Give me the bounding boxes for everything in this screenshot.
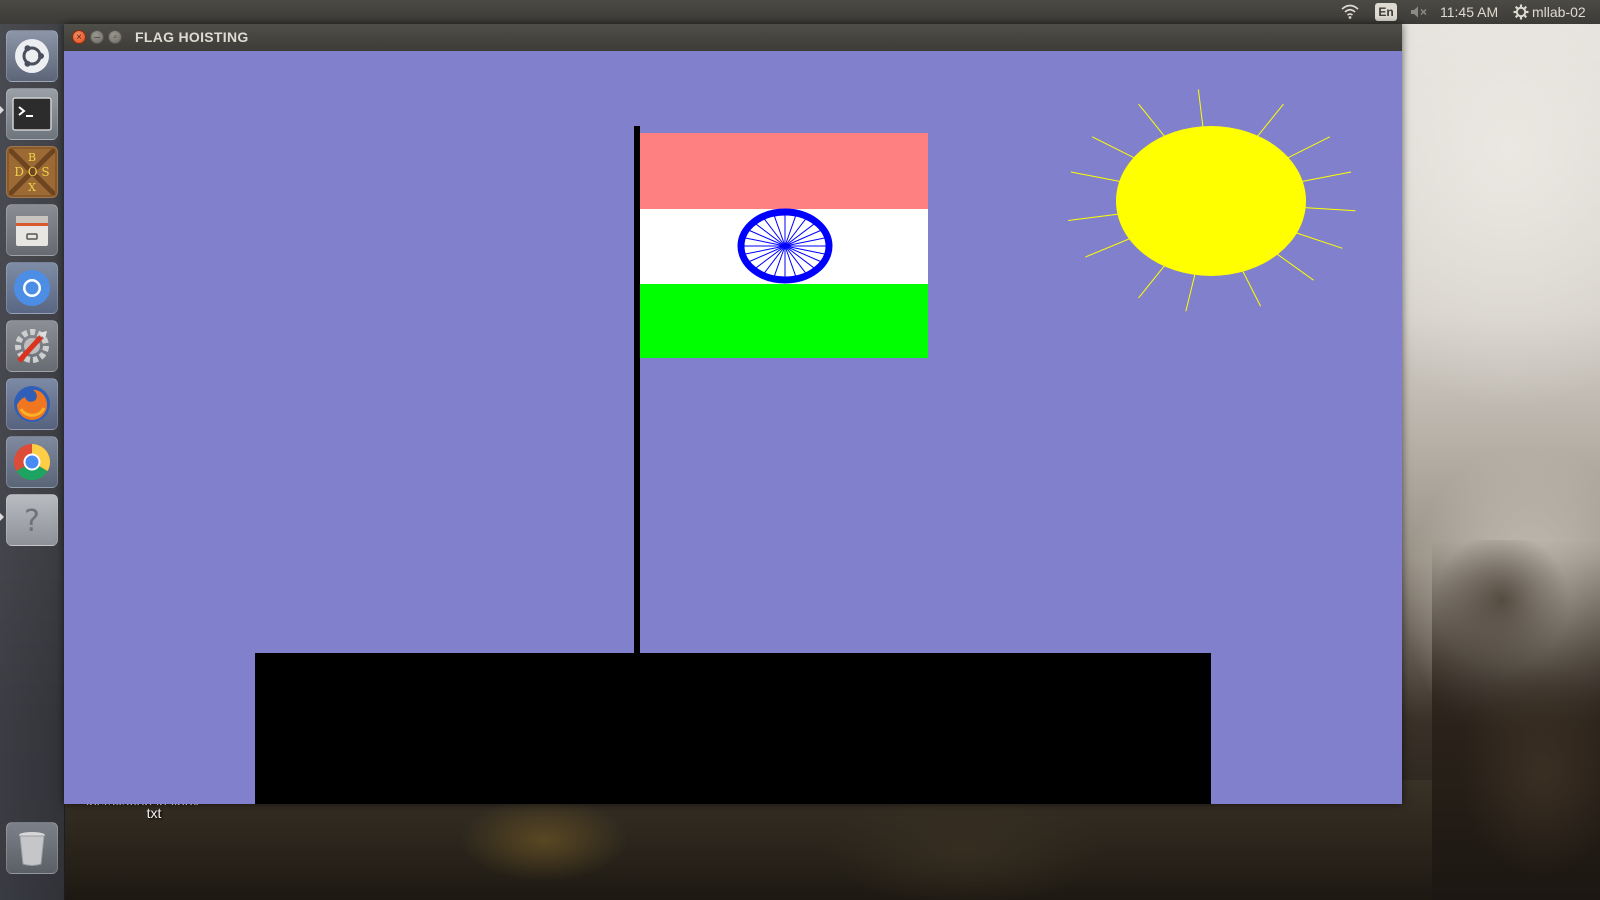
- flag-base-platform: [255, 653, 1211, 804]
- wifi-icon[interactable]: [1340, 0, 1360, 24]
- dosbox-icon[interactable]: B D O S X: [6, 146, 58, 198]
- chromium-icon[interactable]: [6, 262, 58, 314]
- window-titlebar[interactable]: × – ▫ FLAG HOISTING: [64, 24, 1402, 51]
- chakra-spokes: [744, 215, 826, 277]
- sun-ray: [1299, 171, 1352, 183]
- sun-ray: [1138, 264, 1166, 299]
- running-indicator: [0, 513, 4, 521]
- sun-ray: [1197, 89, 1204, 128]
- trash-icon[interactable]: [6, 822, 58, 874]
- sun-ray: [1070, 171, 1123, 183]
- maximize-button[interactable]: ▫: [108, 30, 122, 44]
- sun-ray: [1085, 237, 1132, 258]
- sun: [1116, 126, 1306, 276]
- svg-text:B: B: [28, 151, 36, 164]
- clock[interactable]: 11:45 AM: [1440, 0, 1506, 24]
- terminal-icon[interactable]: [6, 88, 58, 140]
- close-button[interactable]: ×: [72, 30, 86, 44]
- ubuntu-dash-icon[interactable]: [6, 30, 58, 82]
- drawing-canvas: [64, 51, 1402, 804]
- sun-ray: [1091, 136, 1136, 160]
- launcher: B D O S X ?: [0, 24, 65, 900]
- username-label[interactable]: mllab-02: [1532, 0, 1598, 24]
- sun-ray: [1294, 231, 1343, 249]
- scene-drawing: [255, 89, 1356, 804]
- sun-ray: [1185, 273, 1196, 312]
- wallpaper-trees: [1432, 540, 1600, 900]
- running-indicator: [0, 106, 4, 114]
- keyboard-language-indicator[interactable]: En: [1375, 3, 1397, 21]
- flag-pole: [634, 126, 640, 656]
- sun-ray: [1275, 252, 1314, 281]
- svg-text:X: X: [28, 181, 36, 194]
- window-title: FLAG HOISTING: [135, 29, 249, 45]
- desktop-file-name-line2: txt: [146, 805, 162, 821]
- firefox-icon[interactable]: [6, 378, 58, 430]
- flag-stripe-bottom: [640, 284, 928, 358]
- volume-muted-icon[interactable]: [1408, 0, 1430, 24]
- help-icon[interactable]: ?: [6, 494, 58, 546]
- flag-stripe-top: [640, 133, 928, 209]
- svg-text:?: ?: [24, 504, 40, 539]
- svg-text:D O S: D O S: [14, 165, 49, 179]
- flag-hoisting-window: × – ▫ FLAG HOISTING: [64, 24, 1402, 804]
- google-chrome-icon[interactable]: [6, 436, 58, 488]
- system-settings-icon[interactable]: [6, 320, 58, 372]
- sun-ray: [1286, 136, 1331, 160]
- files-icon[interactable]: [6, 204, 58, 256]
- sun-ray: [1302, 206, 1356, 212]
- minimize-button[interactable]: –: [90, 30, 104, 44]
- sun-ray: [1242, 270, 1262, 307]
- sun-ray: [1138, 103, 1166, 138]
- top-panel: En 11:45 AM mllab-02: [0, 0, 1600, 24]
- sun-ray: [1256, 103, 1284, 138]
- session-gear-icon[interactable]: [1512, 0, 1530, 24]
- sun-ray: [1068, 213, 1121, 221]
